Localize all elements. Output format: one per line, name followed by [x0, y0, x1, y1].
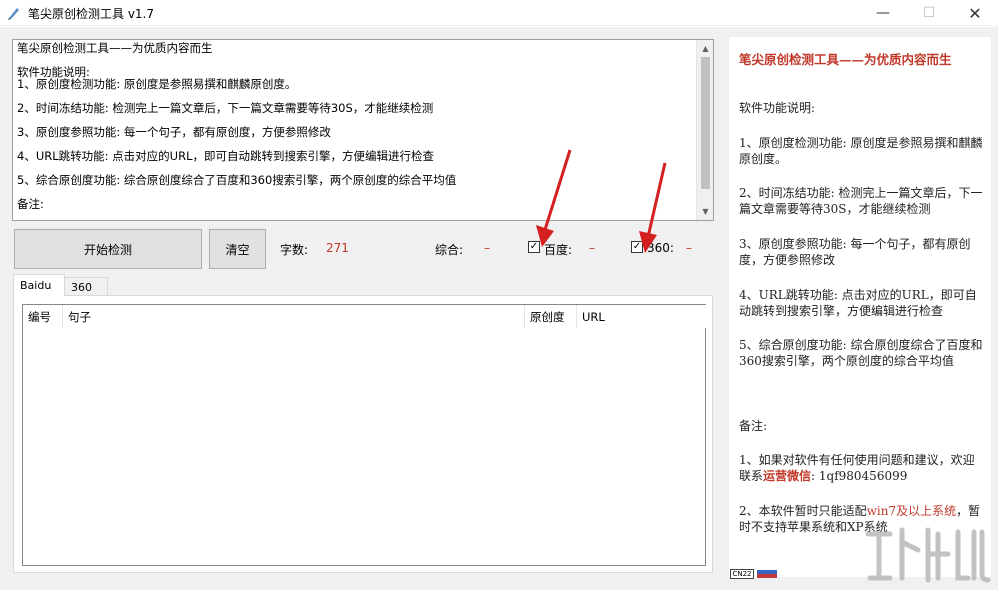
s360-label: 360: [647, 241, 674, 255]
language-indicator: CN22 [730, 569, 754, 579]
content-line: 2、时间冻结功能: 检测完上一篇文章后，下一篇文章需要等待30S，才能继续检测 [17, 101, 434, 115]
info-title: 笔尖原创检测工具——为优质内容而生 [739, 52, 952, 67]
baidu-checkbox[interactable]: ✓ [528, 241, 540, 253]
content-line: 3、原创度参照功能: 每一个句子，都有原创度，方便参照修改 [17, 125, 331, 139]
content-line: 4、URL跳转功能: 点击对应的URL，即可自动跳转到搜索引擎，方便编辑进行检查 [17, 149, 434, 163]
title-bar: 笔尖原创检测工具 v1.7 — ☐ ✕ [0, 0, 998, 26]
content-line [17, 54, 697, 66]
baidu-value: – [589, 241, 595, 255]
info-item-3: 3、原创度参照功能: 每一个句子，都有原创度，方便参照修改 [739, 237, 971, 267]
window-title: 笔尖原创检测工具 v1.7 [28, 7, 155, 21]
content-text: 笔尖原创检测工具——为优质内容而生 软件功能说明: 1、原创度检测功能: 原创度是参… [17, 42, 697, 210]
column-header-number[interactable]: 编号 [23, 305, 63, 328]
info-note-heading: 备注: [739, 419, 768, 433]
note1-suffix: : 1qf980456099 [811, 469, 908, 483]
note2-highlight: win7及以上系统 [866, 504, 957, 518]
vertical-scrollbar[interactable]: ▲ ▼ [696, 40, 713, 220]
baidu-label: 百度: [544, 243, 573, 257]
s360-checkbox[interactable]: ✓ [631, 241, 643, 253]
scroll-down-icon[interactable]: ▼ [697, 203, 713, 220]
left-panel: 笔尖原创检测工具——为优质内容而生 软件功能说明: 1、原创度检测功能: 原创度是参… [0, 27, 722, 590]
overall-label: 综合: [435, 243, 464, 257]
tab-baidu[interactable]: Baidu [13, 274, 65, 296]
content-line: 1、原创度检测功能: 原创度是参照易撰和麒麟原创度。 [17, 77, 297, 91]
note2-prefix: 2、本软件暂时只能适配 [739, 504, 867, 518]
note1-highlight: 运营微信 [763, 469, 812, 483]
maximize-button[interactable]: ☐ [906, 0, 952, 26]
results-table[interactable]: 编号 句子 原创度 URL [22, 304, 707, 566]
word-count-label: 字数: [280, 243, 309, 257]
close-button[interactable]: ✕ [952, 0, 998, 26]
info-item-1: 1、原创度检测功能: 原创度是参照易撰和麒麟原创度。 [739, 136, 983, 166]
word-count-value: 271 [326, 241, 349, 255]
info-item-2: 2、时间冻结功能: 检测完上一篇文章后，下一篇文章需要等待30S，才能继续检测 [739, 186, 983, 216]
tab-360[interactable]: 360 [64, 277, 108, 296]
scroll-thumb[interactable] [701, 57, 710, 189]
column-header-url[interactable]: URL [577, 305, 707, 328]
info-note-1: 1、如果对软件有任何使用问题和建议，欢迎联系运营微信: 1qf980456099 [739, 452, 984, 484]
results-tab-panel: 编号 句子 原创度 URL [13, 295, 713, 573]
scroll-up-icon[interactable]: ▲ [697, 40, 713, 57]
column-header-sentence[interactable]: 句子 [63, 305, 525, 328]
info-item-5: 5、综合原创度功能: 综合原创度综合了百度和360搜索引擎，两个原创度的综合平均… [739, 338, 983, 368]
info-content: 笔尖原创检测工具——为优质内容而生 软件功能说明: 1、原创度检测功能: 原创度… [729, 37, 991, 577]
column-header-originality[interactable]: 原创度 [525, 305, 577, 328]
content-line: 备注: [17, 197, 44, 211]
start-check-button[interactable]: 开始检测 [14, 229, 202, 269]
info-heading: 软件功能说明: [739, 101, 816, 115]
content-textarea[interactable]: 笔尖原创检测工具——为优质内容而生 软件功能说明: 1、原创度检测功能: 原创度是参… [12, 39, 714, 221]
app-pen-icon [8, 8, 19, 20]
right-info-panel: 笔尖原创检测工具——为优质内容而生 软件功能说明: 1、原创度检测功能: 原创度… [722, 27, 998, 590]
site-watermark-logo [865, 527, 991, 583]
content-line: 5、综合原创度功能: 综合原创度综合了百度和360搜索引擎，两个原创度的综合平均… [17, 173, 457, 187]
content-line [17, 186, 697, 198]
overall-value: – [484, 241, 490, 255]
language-flag-icon [757, 570, 777, 578]
info-item-4: 4、URL跳转功能: 点击对应的URL，即可自动跳转到搜索引擎，方便编辑进行检查 [739, 288, 977, 318]
s360-value: – [686, 241, 692, 255]
clear-button[interactable]: 清空 [209, 229, 266, 269]
minimize-button[interactable]: — [860, 0, 906, 26]
content-line: 笔尖原创检测工具——为优质内容而生 [17, 41, 213, 55]
